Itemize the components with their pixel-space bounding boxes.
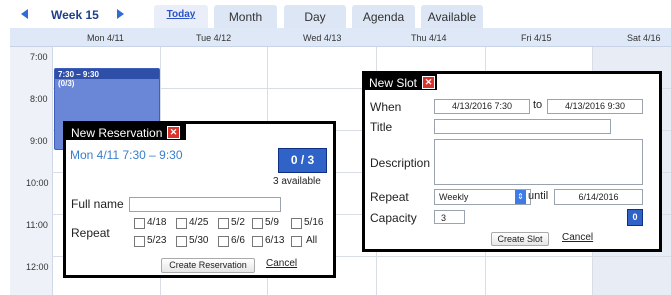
description-label: Description [370, 156, 431, 170]
end-datetime-field[interactable]: 4/13/2016 9:30 [547, 99, 643, 114]
repeat-option-label: 5/16 [304, 217, 324, 228]
chevron-left-icon[interactable] [21, 9, 28, 19]
repeat-checkbox[interactable] [176, 236, 187, 247]
time-label: 11:00 [26, 220, 48, 230]
title-label: Title [370, 120, 393, 134]
repeat-checkbox[interactable] [176, 218, 187, 229]
day-header-wed: Wed 4/13 [303, 33, 342, 43]
day-header-thu: Thu 4/14 [411, 33, 447, 43]
when-label: When [370, 100, 402, 114]
repeat-checkbox[interactable] [134, 218, 145, 229]
week-label: Week 15 [51, 8, 99, 22]
repeat-checkbox[interactable] [291, 218, 302, 229]
time-label: 10:00 [26, 178, 49, 188]
tab-available[interactable]: Available [421, 5, 483, 28]
dialog-title: New Reservation [71, 126, 163, 140]
chevron-right-icon[interactable] [117, 9, 124, 19]
repeat-option-label: 5/9 [265, 217, 279, 228]
time-label: 7:00 [30, 52, 48, 62]
repeat-all-checkbox[interactable] [291, 236, 302, 247]
event-count: (0/3) [58, 79, 75, 88]
repeat-select[interactable]: Weekly ⇕ [434, 189, 531, 205]
reservation-date-range: Mon 4/11 7:30 – 9:30 [70, 148, 183, 162]
cancel-link[interactable]: Cancel [562, 232, 593, 243]
time-label: 8:00 [30, 94, 48, 104]
day-header-sat: Sat 4/16 [627, 33, 661, 43]
tab-month[interactable]: Month [214, 5, 277, 28]
time-label: 12:00 [26, 262, 49, 272]
repeat-checkbox[interactable] [252, 218, 263, 229]
time-label: 9:00 [30, 136, 48, 146]
repeat-label: Repeat [71, 226, 110, 240]
create-slot-button[interactable]: Create Slot [491, 232, 549, 246]
description-input[interactable] [434, 139, 643, 185]
repeat-checkbox[interactable] [252, 236, 263, 247]
day-header-tue: Tue 4/12 [196, 33, 232, 43]
to-label: to [533, 99, 543, 111]
day-header-fri: Fri 4/15 [521, 33, 552, 43]
tab-today[interactable]: Today [154, 5, 208, 28]
repeat-option-label: 6/6 [231, 235, 245, 246]
dialog-title-bar: New Slot ✕ [365, 74, 437, 90]
repeat-option-label: 4/18 [147, 217, 167, 228]
repeat-option-label: 5/23 [147, 235, 167, 246]
until-date-field[interactable]: 6/14/2016 [554, 189, 643, 205]
select-arrows-icon: ⇕ [515, 190, 526, 204]
event-time: 7:30 – 9:30 [58, 70, 99, 79]
capacity-input[interactable]: 3 [434, 210, 465, 224]
close-icon[interactable]: ✕ [167, 126, 180, 139]
tab-day[interactable]: Day [284, 5, 346, 28]
until-label: until [528, 190, 549, 202]
new-slot-dialog: New Slot ✕ When 4/13/2016 7:30 to 4/13/2… [362, 71, 662, 252]
time-gutter [10, 47, 53, 295]
new-reservation-dialog: New Reservation ✕ Mon 4/11 7:30 – 9:30 0… [63, 121, 336, 278]
day-header-mon: Mon 4/11 [87, 33, 124, 43]
repeat-option-label: All [306, 235, 318, 246]
repeat-checkbox[interactable] [134, 236, 145, 247]
dialog-title-bar: New Reservation ✕ [66, 124, 186, 140]
repeat-select-value: Weekly [439, 192, 469, 202]
tab-agenda[interactable]: Agenda [352, 5, 415, 28]
dialog-title: New Slot [369, 76, 418, 90]
repeat-option-label: 5/30 [189, 235, 209, 246]
create-reservation-button[interactable]: Create Reservation [161, 258, 255, 273]
repeat-checkbox[interactable] [218, 218, 229, 229]
repeat-option-label: 5/2 [231, 217, 245, 228]
capacity-label: Capacity [370, 211, 417, 225]
repeat-option-label: 6/13 [265, 235, 285, 246]
repeat-label: Repeat [370, 190, 409, 204]
reservation-counter: 0 / 3 [278, 148, 327, 173]
full-name-input[interactable] [129, 197, 281, 212]
repeat-checkbox[interactable] [218, 236, 229, 247]
title-input[interactable] [434, 119, 611, 134]
availability-text: 3 available [273, 176, 321, 187]
cancel-link[interactable]: Cancel [266, 258, 297, 269]
repeat-option-label: 4/25 [189, 217, 209, 228]
close-icon[interactable]: ✕ [422, 76, 435, 89]
start-datetime-field[interactable]: 4/13/2016 7:30 [434, 99, 530, 114]
full-name-label: Full name [71, 197, 124, 211]
reservation-counter: 0 [627, 209, 643, 226]
